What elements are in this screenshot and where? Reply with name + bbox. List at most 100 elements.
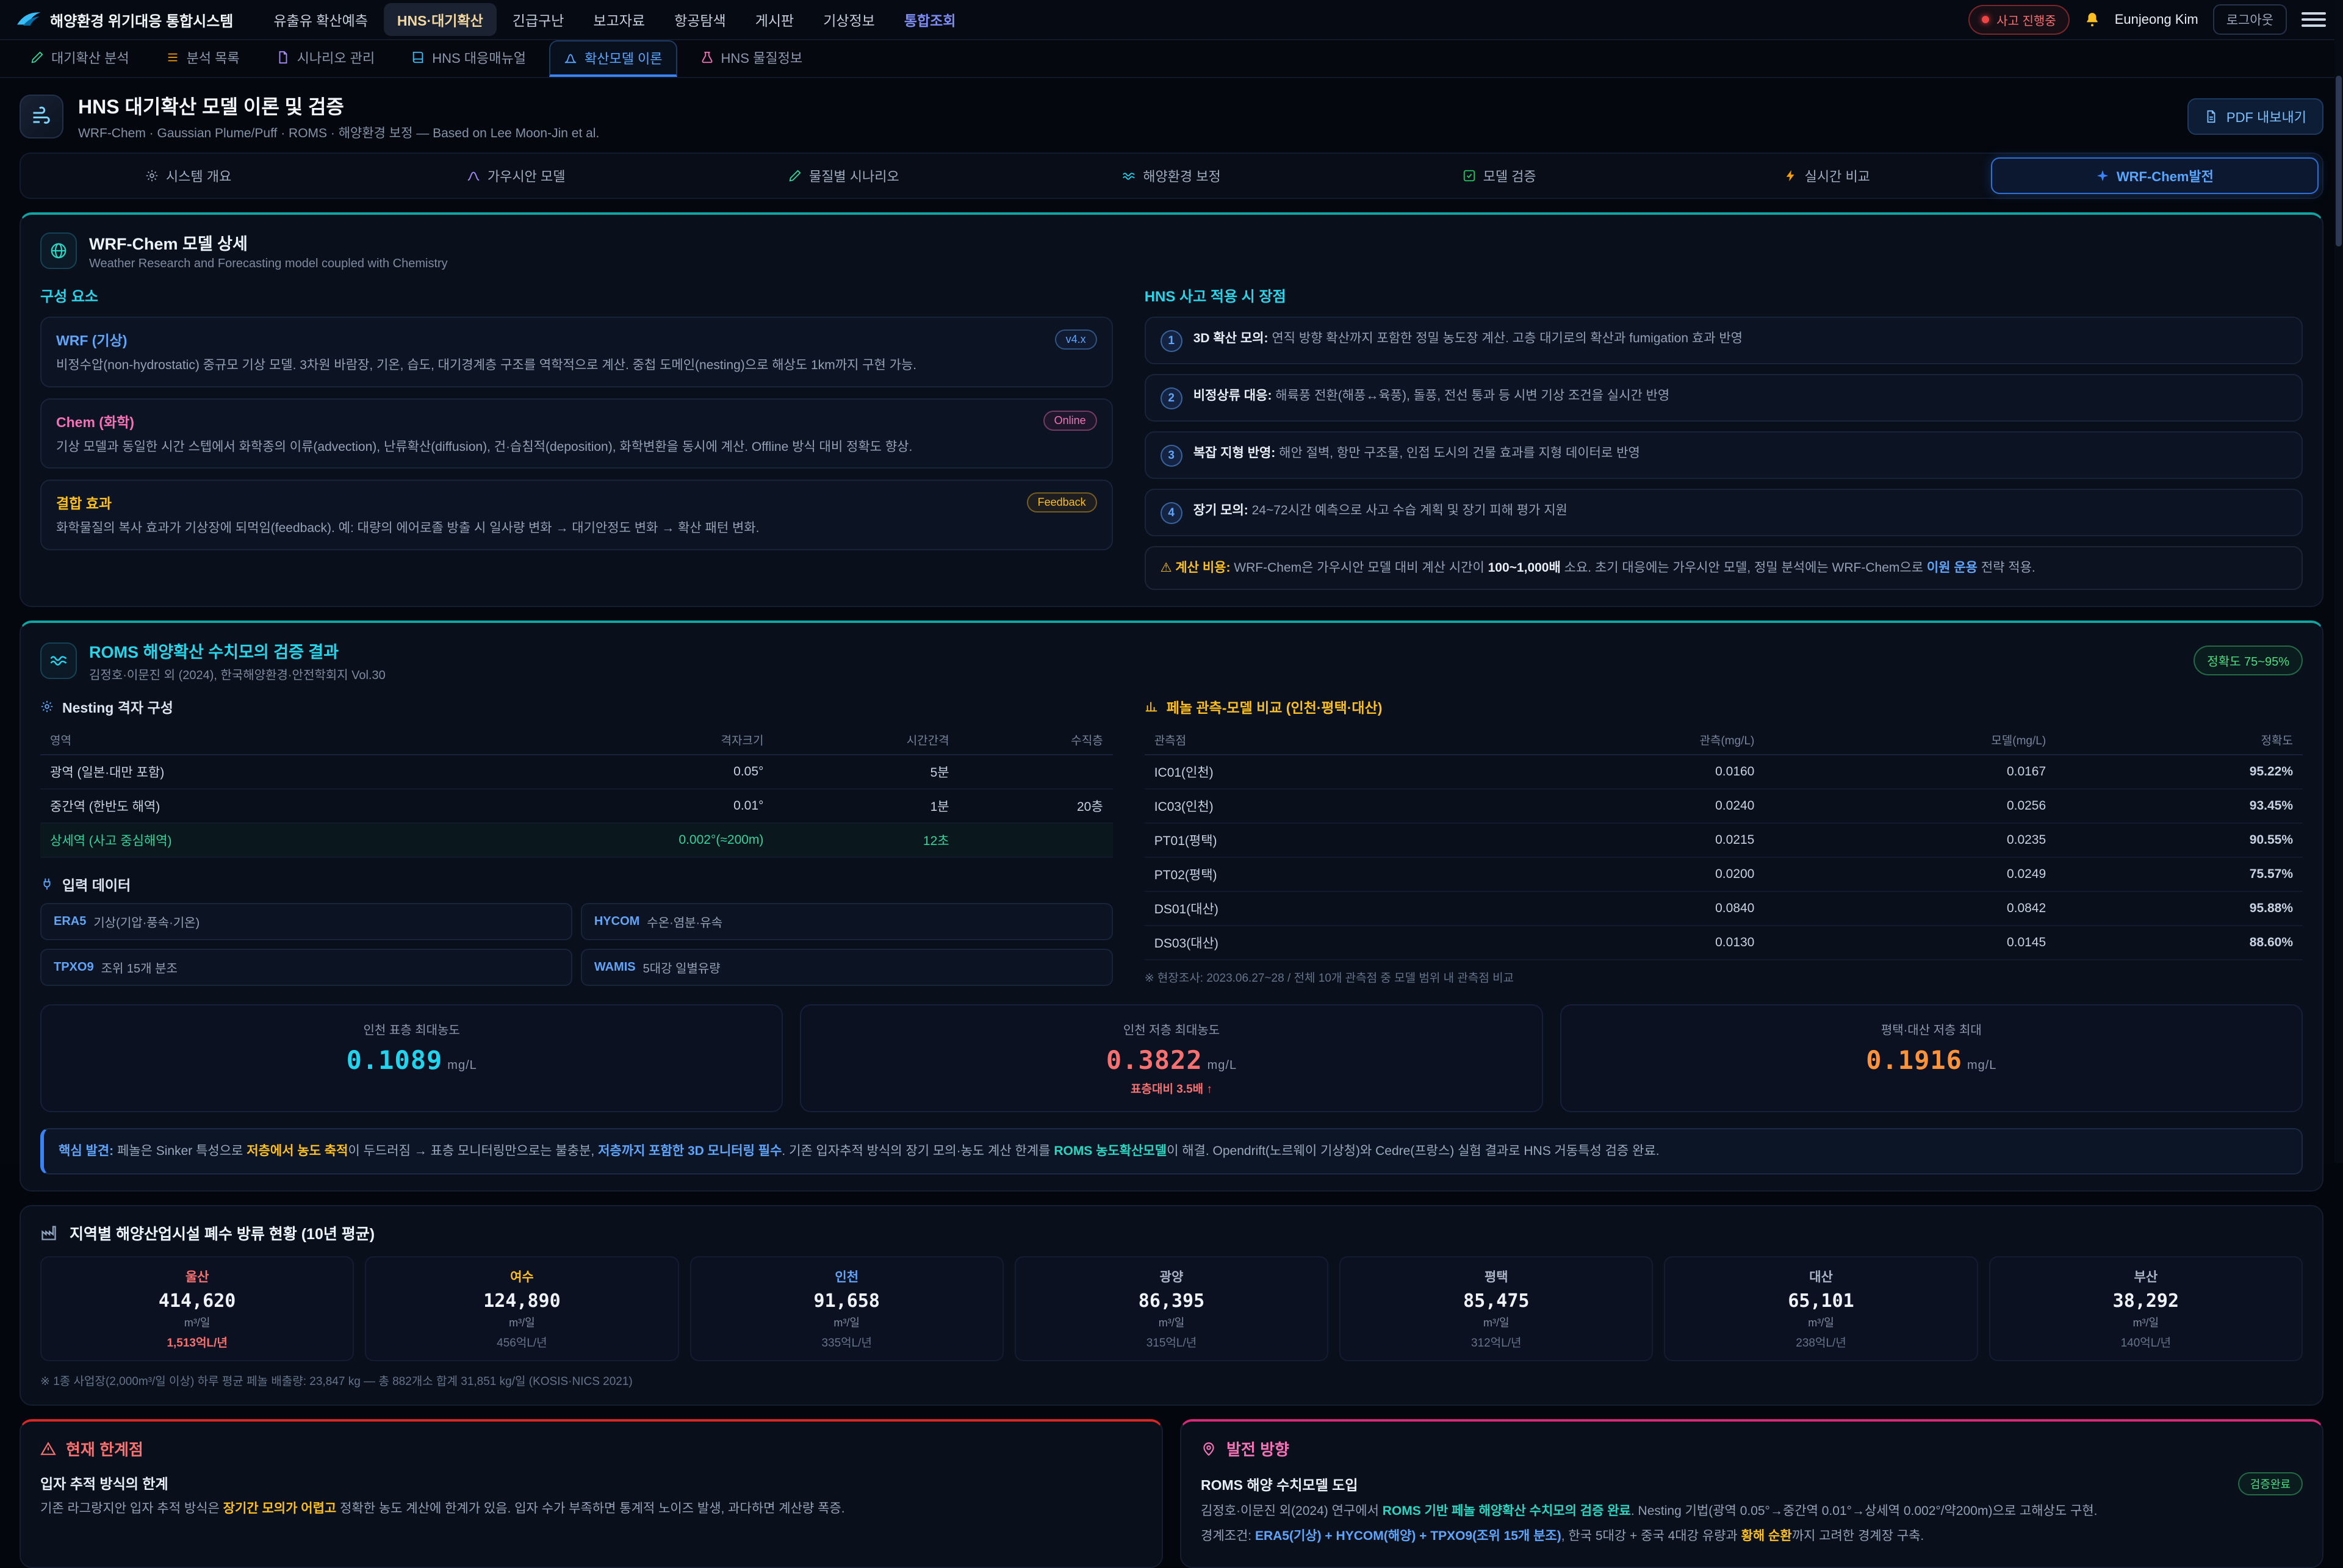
input-source-tpxo9: TPXO9조위 15개 분조 (40, 949, 572, 986)
input-source-hycom: HYCOM수온·염분·유속 (581, 903, 1113, 940)
menu-board[interactable]: 게시판 (742, 3, 807, 36)
hamburger-menu-icon[interactable] (2302, 10, 2326, 29)
table-row: DS03(대산)0.01300.014588.60% (1145, 926, 2303, 960)
component-desc: 비정수압(non-hydrostatic) 중규모 기상 모델. 3차원 바람장… (56, 356, 1097, 375)
grid-gear-icon (40, 700, 54, 713)
content-tabbar: 시스템 개요 가우시안 모델 물질별 시나리오 해양환경 보정 모델 검증 실시… (20, 153, 2323, 199)
discharge-cell-ulsan: 울산 414,620 m³/일 1,513억L/년 (40, 1256, 354, 1361)
gaussian-curve-icon (467, 169, 480, 182)
subnav-analysis-list[interactable]: 분석 목록 (153, 40, 253, 77)
scrollbar-thumb[interactable] (2336, 76, 2342, 246)
component-name: WRF (기상) (56, 329, 127, 350)
discharge-cell-daesan: 대산 65,101 m³/일 238억L/년 (1664, 1256, 1978, 1361)
component-name: 결합 효과 (56, 492, 112, 512)
comparison-heading: 페놀 관측-모델 비교 (인천·평택·대산) (1167, 696, 1383, 717)
pdf-export-button[interactable]: PDF 내보내기 (2187, 98, 2323, 135)
advantage-item: 1 3D 확산 모의: 연직 방향 확산까지 포함한 정밀 농도장 계산. 고층… (1145, 317, 2303, 364)
component-desc: 기상 모델과 동일한 시간 스텝에서 화학종의 이류(advection), 난… (56, 437, 1097, 457)
tab-substance-scenarios[interactable]: 물질별 시나리오 (680, 157, 1007, 194)
stat-card-incheon-surface: 인천 표층 최대농도 0.1089mg/L (40, 1004, 783, 1112)
subnav-atmospheric-analysis[interactable]: 대기확산 분석 (17, 40, 143, 77)
page-subtitle: WRF-Chem · Gaussian Plume/Puff · ROMS · … (78, 123, 599, 142)
table-row: 광역 (일본·대만 포함) 0.05° 5분 (40, 755, 1113, 789)
roms-validation-section: ROMS 해양확산 수치모의 검증 결과 김정호·이문진 외 (2024), 한… (20, 620, 2323, 1192)
input-data-grid: ERA5기상(기압·풍속·기온) HYCOM수온·염분·유속 TPXO9조위 1… (40, 903, 1113, 986)
globe-icon (40, 232, 77, 269)
page-title-block: HNS 대기확산 모델 이론 및 검증 WRF-Chem · Gaussian … (78, 92, 599, 142)
advantages-heading: HNS 사고 적용 시 장점 (1145, 284, 2303, 306)
limitation-item-title: 입자 추적 방식의 한계 (40, 1472, 168, 1493)
tab-realtime-comparison[interactable]: 실시간 비교 (1663, 157, 1991, 194)
pencil-icon (31, 51, 44, 64)
advantage-item: 4 장기 모의: 24~72시간 예측으로 사고 수습 계획 및 장기 피해 평… (1145, 489, 2303, 536)
nesting-column: Nesting 격자 구성 영역 격자크기 시간간격 수직층 광역 (일본·대만… (40, 696, 1113, 986)
wrf-advantages-column: HNS 사고 적용 시 장점 1 3D 확산 모의: 연직 방향 확산까지 포함… (1145, 284, 2303, 590)
limitations-title: 현재 한계점 (66, 1437, 143, 1460)
book-icon (411, 51, 425, 64)
wave-icon (1122, 169, 1136, 182)
table-row: PT02(평택)0.02000.024975.57% (1145, 857, 2303, 891)
incident-status-badge[interactable]: 사고 진행중 (1968, 5, 2070, 35)
scrollbar (2334, 0, 2343, 1163)
pdf-file-icon (2204, 109, 2218, 124)
list-icon (166, 51, 179, 64)
table-row: DS01(대산)0.08400.084295.88% (1145, 891, 2303, 926)
menu-integrated-search[interactable]: 통합조회 (891, 3, 970, 36)
subnav-scenario-management[interactable]: 시나리오 관리 (263, 40, 389, 77)
component-card-chem: Chem (화학) Online 기상 모델과 동일한 시간 스텝에서 화학종의… (40, 398, 1113, 469)
menu-aerial-search[interactable]: 항공탐색 (661, 3, 740, 36)
wrf-components-column: 구성 요소 WRF (기상) v4.x 비정수압(non-hydrostatic… (40, 284, 1113, 590)
sub-navigation: 대기확산 분석 분석 목록 시나리오 관리 HNS 대응매뉴얼 확산모델 이론 … (0, 40, 2343, 78)
subnav-hns-manual[interactable]: HNS 대응매뉴얼 (398, 40, 539, 77)
roms-section-subtitle: 김정호·이문진 외 (2024), 한국해양환경·안전학회지 Vol.30 (89, 665, 386, 683)
tab-wrf-chem-advanced[interactable]: WRF-Chem발전 (1991, 157, 2319, 194)
feedback-badge: Feedback (1027, 492, 1097, 512)
tab-gaussian-model[interactable]: 가우시안 모델 (352, 157, 680, 194)
user-name: Eunjeong Kim (2115, 12, 2198, 27)
concentration-stat-cards: 인천 표층 최대농도 0.1089mg/L 인천 저층 최대농도 0.3822m… (40, 1004, 2303, 1112)
wrf-chem-section: WRF-Chem 모델 상세 Weather Research and Fore… (20, 212, 2323, 607)
warning-triangle-icon (40, 1441, 56, 1457)
directions-title: 발전 방향 (1226, 1437, 1289, 1460)
factory-icon (40, 1225, 57, 1242)
logout-button[interactable]: 로그아웃 (2213, 4, 2287, 35)
menu-weather[interactable]: 기상정보 (810, 3, 888, 36)
document-icon (276, 51, 290, 64)
page-title: HNS 대기확산 모델 이론 및 검증 (78, 92, 599, 120)
notification-bell-icon[interactable] (2084, 11, 2100, 28)
discharge-cell-pyeongtaek: 평택 85,475 m³/일 312억L/년 (1339, 1256, 1653, 1361)
menu-reports[interactable]: 보고자료 (580, 3, 658, 36)
menu-hns-atmospheric[interactable]: HNS·대기확산 (384, 3, 497, 36)
app-logo[interactable]: 해양환경 위기대응 통합시스템 (17, 9, 233, 31)
tab-system-overview[interactable]: 시스템 개요 (24, 157, 352, 194)
comparison-column: 페놀 관측-모델 비교 (인천·평택·대산) 관측점 관측(mg/L) 모델(m… (1145, 696, 2303, 986)
discharge-cell-incheon: 인천 91,658 m³/일 335억L/년 (690, 1256, 1004, 1361)
advantage-item: 2 비정상류 대응: 해륙풍 전환(해풍↔육풍), 돌풍, 전선 통과 등 시변… (1145, 374, 2303, 422)
table-row: 중간역 (한반도 해역) 0.01° 1분 20층 (40, 789, 1113, 823)
app-title: 해양환경 위기대응 통합시스템 (50, 9, 233, 31)
wing-logo-icon (17, 11, 41, 28)
verified-badge: 검증완료 (2238, 1472, 2303, 1495)
menu-emergency-rescue[interactable]: 긴급구난 (499, 3, 578, 36)
direction-item-title: ROMS 해양 수치모델 도입 (1201, 1473, 1358, 1494)
discharge-section: 지역별 해양산업시설 폐수 방류 현황 (10년 평균) 울산 414,620 … (20, 1205, 2323, 1406)
tab-marine-correction[interactable]: 해양환경 보정 (1007, 157, 1335, 194)
discharge-footnote: ※ 1종 사업장(2,000m³/일 이상) 하루 평균 페놀 배출량: 23,… (40, 1372, 2303, 1389)
sparkle-icon (2096, 169, 2109, 182)
bolt-icon (1784, 169, 1798, 182)
tab-model-validation[interactable]: 모델 검증 (1336, 157, 1663, 194)
menu-oil-spill[interactable]: 유출유 확산예측 (260, 3, 381, 36)
surface-ratio-note: 표층대비 3.5배 ↑ (816, 1080, 1527, 1096)
bottom-cards: 현재 한계점 입자 추적 방식의 한계 기존 라그랑지안 입자 추적 방식은 장… (20, 1419, 2323, 1568)
table-row: IC01(인천)0.01600.016795.22% (1145, 755, 2303, 789)
table-row-highlighted: 상세역 (사고 중심해역) 0.002°(≈200m) 12초 (40, 823, 1113, 857)
map-pin-icon (1201, 1441, 1217, 1457)
directions-card: 발전 방향 ROMS 해양 수치모델 도입 검증완료 김정호·이문진 외(202… (1180, 1419, 2323, 1568)
advantage-number: 3 (1161, 445, 1182, 467)
top-navigation: 해양환경 위기대응 통합시스템 유출유 확산예측 HNS·대기확산 긴급구난 보… (0, 0, 2343, 40)
gear-icon (145, 169, 159, 182)
subnav-hns-substance-info[interactable]: HNS 물질정보 (687, 40, 816, 77)
subnav-diffusion-model-theory[interactable]: 확산모델 이론 (549, 40, 677, 77)
table-row: IC03(인천)0.02400.025693.45% (1145, 789, 2303, 823)
limitations-card: 현재 한계점 입자 추적 방식의 한계 기존 라그랑지안 입자 추적 방식은 장… (20, 1419, 1163, 1568)
